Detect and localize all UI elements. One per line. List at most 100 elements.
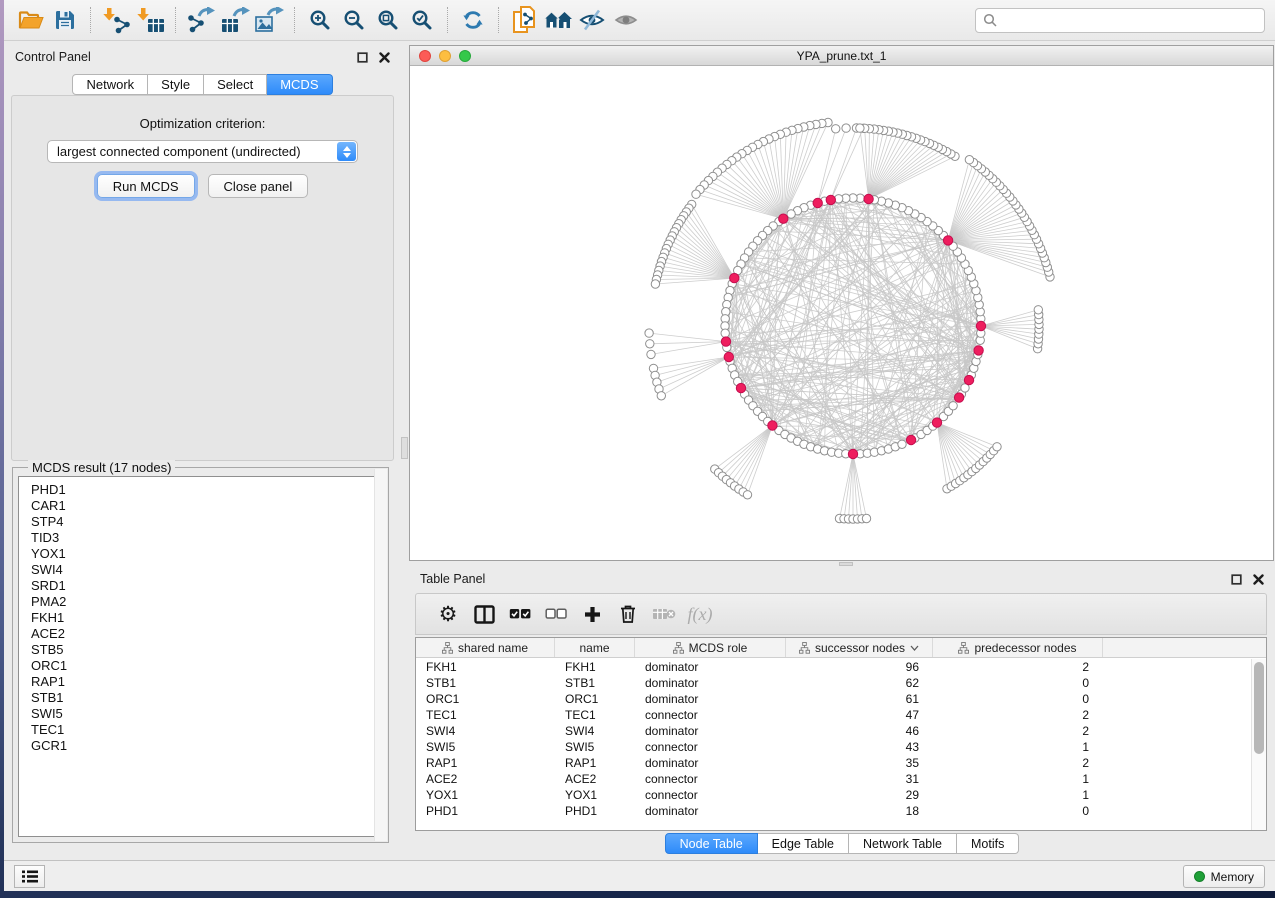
mcds-result-item[interactable]: RAP1 [31,674,382,690]
table-row[interactable]: YOX1YOX1connector291 [416,787,1251,803]
mcds-result-item[interactable]: STB1 [31,690,382,706]
import-network-icon[interactable] [99,4,133,36]
table-settings-gear-icon[interactable]: ⚙ [430,598,466,630]
network-mcds-hub-node[interactable] [976,321,985,330]
unselect-all-icon[interactable] [538,598,574,630]
network-mcds-hub-node[interactable] [724,352,733,361]
network-node[interactable] [993,443,1001,451]
network-mcds-hub-node[interactable] [826,195,835,204]
minimize-window-button[interactable] [439,50,451,62]
mcds-result-item[interactable]: TID3 [31,530,382,546]
task-history-icon[interactable] [14,865,45,888]
import-table-icon[interactable] [133,4,167,36]
tab-network-table[interactable]: Network Table [849,833,957,854]
network-node[interactable] [862,514,870,522]
splitter-handle[interactable] [839,562,853,566]
mcds-result-item[interactable]: SWI5 [31,706,382,722]
select-all-icon[interactable] [502,598,538,630]
search-input[interactable] [1002,13,1257,27]
network-node[interactable] [949,402,957,410]
table-scrollbar[interactable] [1251,659,1266,830]
float-panel-icon[interactable] [1231,574,1242,585]
export-image-icon[interactable] [252,4,286,36]
run-mcds-button[interactable]: Run MCDS [97,174,195,198]
network-mcds-hub-node[interactable] [974,346,983,355]
save-session-icon[interactable] [48,4,82,36]
mcds-result-item[interactable]: PHD1 [31,482,382,498]
mcds-result-list[interactable]: PHD1CAR1STP4TID3YOX1SWI4SRD1PMA2FKH1ACE2… [18,476,383,837]
mcds-result-item[interactable]: CAR1 [31,498,382,514]
table-row[interactable]: PHD1PHD1dominator180 [416,803,1251,819]
scrollbar-thumb[interactable] [1254,662,1264,754]
network-node[interactable] [832,125,840,133]
network-node[interactable] [965,156,973,164]
export-network-icon[interactable] [184,4,218,36]
network-canvas[interactable] [410,66,1273,560]
add-column-plus-icon[interactable] [574,598,610,630]
table-row[interactable]: ORC1ORC1dominator610 [416,691,1251,707]
zoom-out-icon[interactable] [337,4,371,36]
table-row[interactable]: SWI4SWI4dominator462 [416,723,1251,739]
mcds-result-item[interactable]: SWI4 [31,562,382,578]
network-node[interactable] [692,190,700,198]
mcds-result-item[interactable]: SRD1 [31,578,382,594]
column-header-name[interactable]: name [555,638,635,657]
network-node[interactable] [1034,306,1042,314]
network-mcds-hub-node[interactable] [730,273,739,282]
zoom-in-icon[interactable] [303,4,337,36]
mcds-result-item[interactable]: PMA2 [31,594,382,610]
network-mcds-hub-node[interactable] [954,393,963,402]
vertical-splitter[interactable] [401,45,409,860]
network-mcds-hub-node[interactable] [906,435,915,444]
tab-network[interactable]: Network [72,74,148,95]
table-row[interactable]: SWI5SWI5connector431 [416,739,1251,755]
memory-button[interactable]: Memory [1183,865,1265,888]
mcds-result-item[interactable]: TEC1 [31,722,382,738]
tab-edge-table[interactable]: Edge Table [758,833,849,854]
close-panel-icon[interactable] [379,52,390,63]
column-header-predecessor-nodes[interactable]: predecessor nodes [933,638,1103,657]
column-header-shared-name[interactable]: shared name [416,638,555,657]
mcds-result-item[interactable]: FKH1 [31,610,382,626]
tab-node-table[interactable]: Node Table [665,833,758,854]
refresh-icon[interactable] [456,4,490,36]
result-list-scrollbar[interactable] [374,469,387,841]
zoom-fit-icon[interactable] [371,4,405,36]
network-mcds-hub-node[interactable] [779,214,788,223]
export-table-icon[interactable] [218,4,252,36]
tab-style[interactable]: Style [148,74,204,95]
table-row[interactable]: STB1STB1dominator620 [416,675,1251,691]
network-node[interactable] [898,440,906,448]
network-node[interactable] [651,280,659,288]
network-mcds-hub-node[interactable] [848,449,857,458]
close-panel-button[interactable]: Close panel [208,174,309,198]
optimization-criterion-select[interactable]: largest connected component (undirected) [47,140,358,163]
network-frame-titlebar[interactable]: YPA_prune.txt_1 [410,46,1273,66]
network-graph-svg[interactable] [410,66,1273,560]
zoom-selected-icon[interactable] [405,4,439,36]
network-mcds-hub-node[interactable] [964,375,973,384]
open-file-icon[interactable] [14,4,48,36]
delete-column-trash-icon[interactable] [610,598,646,630]
show-columns-icon[interactable] [466,598,502,630]
tab-mcds[interactable]: MCDS [267,74,332,95]
mcds-result-item[interactable]: ACE2 [31,626,382,642]
table-row[interactable]: TEC1TEC1connector472 [416,707,1251,723]
mcds-result-item[interactable]: STB5 [31,642,382,658]
mcds-result-item[interactable]: YOX1 [31,546,382,562]
network-mcds-hub-node[interactable] [768,421,777,430]
mcds-result-item[interactable]: ORC1 [31,658,382,674]
mcds-result-item[interactable]: GCR1 [31,738,382,754]
network-node[interactable] [646,340,654,348]
column-header-successor-nodes[interactable]: successor nodes [786,638,933,657]
first-neighbors-icon[interactable] [541,4,575,36]
close-window-button[interactable] [419,50,431,62]
hide-selected-icon[interactable] [575,4,609,36]
network-mcds-hub-node[interactable] [864,194,873,203]
table-row[interactable]: RAP1RAP1dominator352 [416,755,1251,771]
tab-select[interactable]: Select [204,74,267,95]
network-mcds-hub-node[interactable] [932,418,941,427]
maximize-window-button[interactable] [459,50,471,62]
network-node[interactable] [647,350,655,358]
splitter-handle[interactable] [401,437,408,459]
